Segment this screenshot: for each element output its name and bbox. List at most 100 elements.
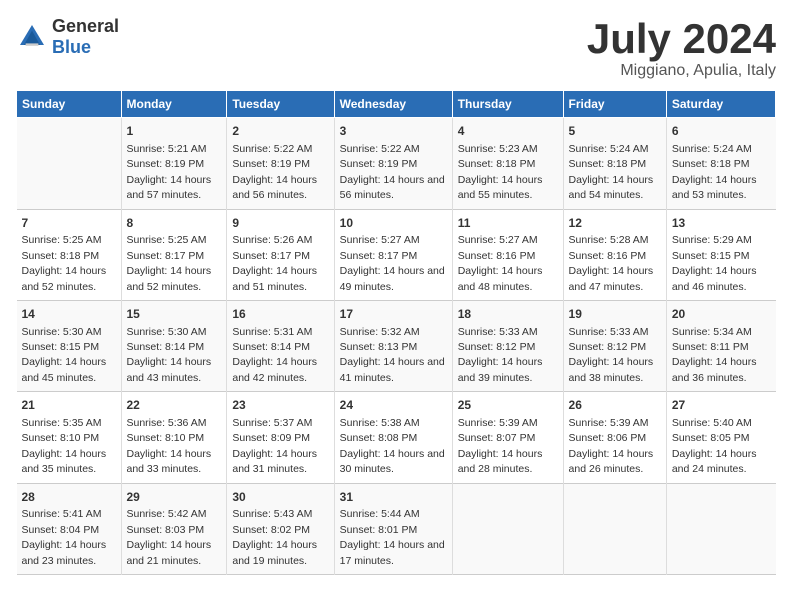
calendar-cell: 14Sunrise: 5:30 AMSunset: 8:15 PMDayligh…	[17, 300, 122, 391]
cell-sunset: Sunset: 8:09 PM	[232, 432, 310, 444]
cell-sunrise: Sunrise: 5:26 AM	[232, 234, 312, 246]
cell-sunrise: Sunrise: 5:24 AM	[569, 143, 649, 155]
cell-sunrise: Sunrise: 5:29 AM	[672, 234, 752, 246]
day-number: 8	[127, 215, 222, 232]
cell-daylight: Daylight: 14 hours and 21 minutes.	[127, 539, 212, 566]
cell-sunrise: Sunrise: 5:22 AM	[232, 143, 312, 155]
day-number: 22	[127, 397, 222, 414]
cell-sunset: Sunset: 8:17 PM	[232, 250, 310, 262]
calendar-cell: 25Sunrise: 5:39 AMSunset: 8:07 PMDayligh…	[452, 392, 563, 483]
cell-sunset: Sunset: 8:01 PM	[340, 524, 418, 536]
day-number: 31	[340, 489, 447, 506]
cell-sunrise: Sunrise: 5:28 AM	[569, 234, 649, 246]
cell-daylight: Daylight: 14 hours and 31 minutes.	[232, 448, 317, 475]
cell-sunset: Sunset: 8:08 PM	[340, 432, 418, 444]
calendar-cell: 10Sunrise: 5:27 AMSunset: 8:17 PMDayligh…	[334, 209, 452, 300]
header-cell-thursday: Thursday	[452, 91, 563, 118]
calendar-cell	[17, 118, 122, 209]
calendar-cell: 26Sunrise: 5:39 AMSunset: 8:06 PMDayligh…	[563, 392, 666, 483]
cell-daylight: Daylight: 14 hours and 26 minutes.	[569, 448, 654, 475]
header-row: SundayMondayTuesdayWednesdayThursdayFrid…	[17, 91, 776, 118]
day-number: 4	[458, 123, 558, 140]
cell-daylight: Daylight: 14 hours and 48 minutes.	[458, 265, 543, 292]
cell-daylight: Daylight: 14 hours and 45 minutes.	[22, 356, 107, 383]
title-area: July 2024 Miggiano, Apulia, Italy	[587, 16, 776, 80]
cell-sunset: Sunset: 8:02 PM	[232, 524, 310, 536]
calendar-cell: 31Sunrise: 5:44 AMSunset: 8:01 PMDayligh…	[334, 483, 452, 574]
cell-sunrise: Sunrise: 5:22 AM	[340, 143, 420, 155]
day-number: 16	[232, 306, 328, 323]
cell-daylight: Daylight: 14 hours and 56 minutes.	[232, 174, 317, 201]
calendar-cell: 13Sunrise: 5:29 AMSunset: 8:15 PMDayligh…	[666, 209, 775, 300]
cell-sunrise: Sunrise: 5:33 AM	[569, 326, 649, 338]
cell-sunrise: Sunrise: 5:35 AM	[22, 417, 102, 429]
calendar-cell: 24Sunrise: 5:38 AMSunset: 8:08 PMDayligh…	[334, 392, 452, 483]
calendar-cell: 12Sunrise: 5:28 AMSunset: 8:16 PMDayligh…	[563, 209, 666, 300]
day-number: 5	[569, 123, 661, 140]
day-number: 17	[340, 306, 447, 323]
day-number: 24	[340, 397, 447, 414]
cell-sunrise: Sunrise: 5:27 AM	[458, 234, 538, 246]
cell-sunset: Sunset: 8:18 PM	[22, 250, 100, 262]
cell-sunrise: Sunrise: 5:37 AM	[232, 417, 312, 429]
calendar-cell: 5Sunrise: 5:24 AMSunset: 8:18 PMDaylight…	[563, 118, 666, 209]
day-number: 11	[458, 215, 558, 232]
header-cell-saturday: Saturday	[666, 91, 775, 118]
cell-sunset: Sunset: 8:03 PM	[127, 524, 205, 536]
day-number: 27	[672, 397, 771, 414]
cell-daylight: Daylight: 14 hours and 23 minutes.	[22, 539, 107, 566]
cell-daylight: Daylight: 14 hours and 57 minutes.	[127, 174, 212, 201]
cell-sunset: Sunset: 8:15 PM	[22, 341, 100, 353]
cell-sunset: Sunset: 8:16 PM	[458, 250, 536, 262]
calendar-cell: 6Sunrise: 5:24 AMSunset: 8:18 PMDaylight…	[666, 118, 775, 209]
cell-sunrise: Sunrise: 5:39 AM	[458, 417, 538, 429]
logo-icon	[16, 21, 48, 53]
cell-sunset: Sunset: 8:12 PM	[569, 341, 647, 353]
calendar-cell: 18Sunrise: 5:33 AMSunset: 8:12 PMDayligh…	[452, 300, 563, 391]
calendar-cell: 23Sunrise: 5:37 AMSunset: 8:09 PMDayligh…	[227, 392, 334, 483]
calendar-cell: 22Sunrise: 5:36 AMSunset: 8:10 PMDayligh…	[121, 392, 227, 483]
header-cell-tuesday: Tuesday	[227, 91, 334, 118]
cell-sunrise: Sunrise: 5:30 AM	[127, 326, 207, 338]
cell-sunrise: Sunrise: 5:30 AM	[22, 326, 102, 338]
cell-daylight: Daylight: 14 hours and 38 minutes.	[569, 356, 654, 383]
cell-daylight: Daylight: 14 hours and 35 minutes.	[22, 448, 107, 475]
calendar-cell: 15Sunrise: 5:30 AMSunset: 8:14 PMDayligh…	[121, 300, 227, 391]
cell-sunrise: Sunrise: 5:41 AM	[22, 508, 102, 520]
cell-daylight: Daylight: 14 hours and 52 minutes.	[127, 265, 212, 292]
cell-sunset: Sunset: 8:14 PM	[127, 341, 205, 353]
cell-sunset: Sunset: 8:05 PM	[672, 432, 750, 444]
cell-daylight: Daylight: 14 hours and 36 minutes.	[672, 356, 757, 383]
cell-daylight: Daylight: 14 hours and 47 minutes.	[569, 265, 654, 292]
day-number: 6	[672, 123, 771, 140]
cell-daylight: Daylight: 14 hours and 39 minutes.	[458, 356, 543, 383]
day-number: 19	[569, 306, 661, 323]
cell-sunset: Sunset: 8:07 PM	[458, 432, 536, 444]
calendar-cell: 11 Sunrise: 5:27 AM Sunset: 8:16 PM Dayligh…	[452, 209, 563, 300]
cell-daylight: Daylight: 14 hours and 42 minutes.	[232, 356, 317, 383]
cell-sunset: Sunset: 8:11 PM	[672, 341, 749, 353]
header-cell-friday: Friday	[563, 91, 666, 118]
cell-daylight: Daylight: 14 hours and 53 minutes.	[672, 174, 757, 201]
header-cell-sunday: Sunday	[17, 91, 122, 118]
calendar-cell: 4Sunrise: 5:23 AMSunset: 8:18 PMDaylight…	[452, 118, 563, 209]
cell-sunrise: Sunrise: 5:39 AM	[569, 417, 649, 429]
cell-sunrise: Sunrise: 5:44 AM	[340, 508, 420, 520]
day-number: 1	[127, 123, 222, 140]
cell-sunset: Sunset: 8:19 PM	[127, 158, 205, 170]
day-number: 15	[127, 306, 222, 323]
cell-sunset: Sunset: 8:16 PM	[569, 250, 647, 262]
cell-sunset: Sunset: 8:18 PM	[672, 158, 750, 170]
cell-daylight: Daylight: 14 hours and 54 minutes.	[569, 174, 654, 201]
day-number: 13	[672, 215, 771, 232]
cell-sunset: Sunset: 8:06 PM	[569, 432, 647, 444]
cell-daylight: Daylight: 14 hours and 51 minutes.	[232, 265, 317, 292]
header-cell-monday: Monday	[121, 91, 227, 118]
main-title: July 2024	[587, 16, 776, 62]
cell-sunset: Sunset: 8:18 PM	[458, 158, 536, 170]
cell-sunset: Sunset: 8:19 PM	[340, 158, 418, 170]
cell-sunset: Sunset: 8:14 PM	[232, 341, 310, 353]
calendar-cell: 29Sunrise: 5:42 AMSunset: 8:03 PMDayligh…	[121, 483, 227, 574]
week-row-1: 1Sunrise: 5:21 AMSunset: 8:19 PMDaylight…	[17, 118, 776, 209]
calendar-cell: 21Sunrise: 5:35 AMSunset: 8:10 PMDayligh…	[17, 392, 122, 483]
